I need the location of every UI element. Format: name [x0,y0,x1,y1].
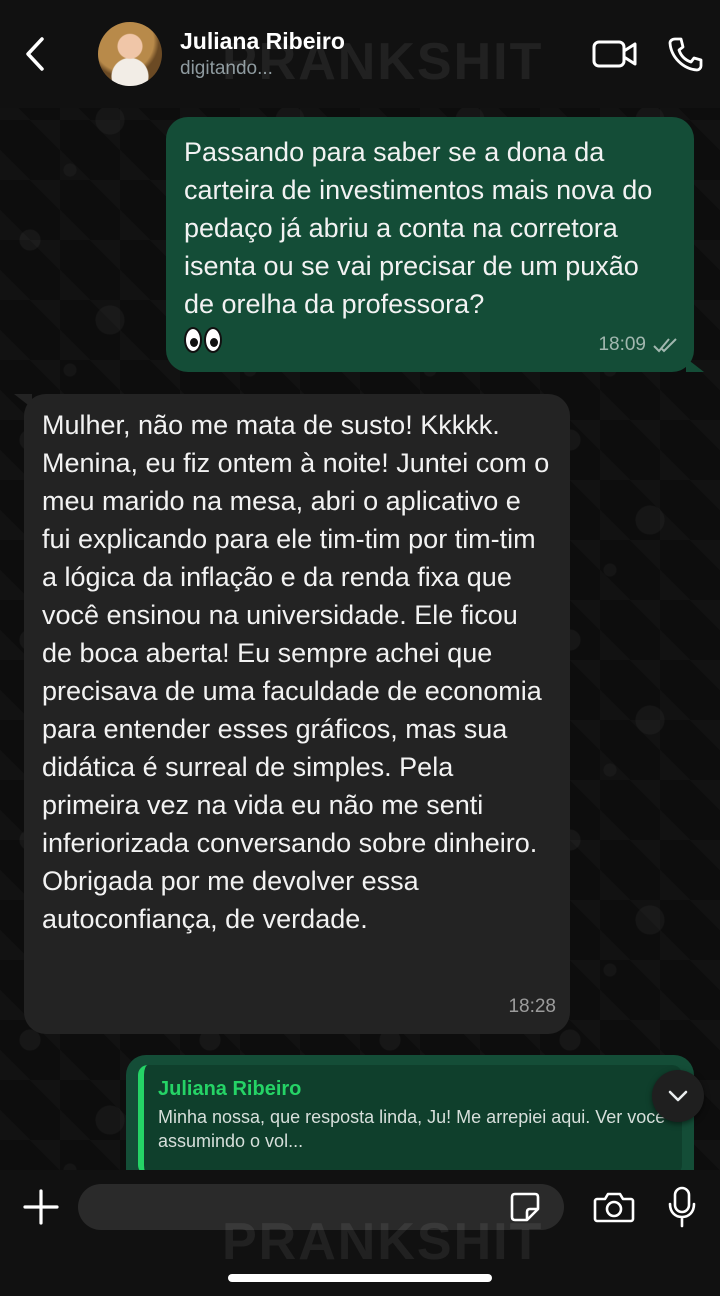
message-time: 18:09 [598,334,646,355]
quoted-message[interactable]: Juliana Ribeiro Minha nossa, que respost… [138,1065,682,1175]
outgoing-message[interactable]: Passando para saber se a dona da carteir… [166,117,704,372]
sticker-button[interactable] [506,1188,544,1226]
chat-header: Juliana Ribeiro digitando... [0,0,720,108]
double-check-icon [653,338,677,353]
microphone-icon [668,1186,696,1228]
chat-screen: Juliana Ribeiro digitando... PRANKSHIT P… [0,0,720,1296]
camera-button[interactable] [588,1182,640,1232]
back-button[interactable] [0,0,70,108]
avatar[interactable] [98,22,162,86]
message-text: Passando para saber se a dona da carteir… [184,137,653,319]
contact-info[interactable]: Juliana Ribeiro digitando... [180,26,345,82]
message-input[interactable] [78,1184,564,1230]
message-meta: 18:09 [598,326,680,364]
voice-call-button[interactable] [650,0,720,108]
quote-author: Juliana Ribeiro [158,1078,302,1100]
contact-name: Juliana Ribeiro [180,28,345,54]
eyes-emoji-icon [184,327,222,353]
video-camera-icon [592,40,637,68]
microphone-button[interactable] [660,1182,704,1232]
message-time: 18:28 [508,996,556,1017]
home-indicator[interactable] [228,1274,492,1282]
incoming-message[interactable]: Mulher, não me mata de susto! Kkkkk. Men… [14,394,570,1034]
camera-icon [593,1192,635,1223]
message-text: Mulher, não me mata de susto! Kkkkk. Men… [42,410,550,934]
scroll-to-bottom-button[interactable] [652,1070,704,1122]
chevron-left-icon [26,37,44,71]
sticker-icon [510,1192,540,1222]
chevron-down-icon [668,1090,688,1102]
quote-text: Minha nossa, que resposta linda, Ju! Me … [158,1107,666,1151]
typing-status: digitando... [180,58,273,79]
outgoing-reply-message[interactable]: Juliana Ribeiro Minha nossa, que respost… [126,1055,694,1185]
attach-button[interactable] [16,1182,66,1232]
header-actions [580,0,720,108]
video-call-button[interactable] [580,0,650,108]
plus-icon [23,1189,59,1225]
phone-icon [668,37,703,72]
